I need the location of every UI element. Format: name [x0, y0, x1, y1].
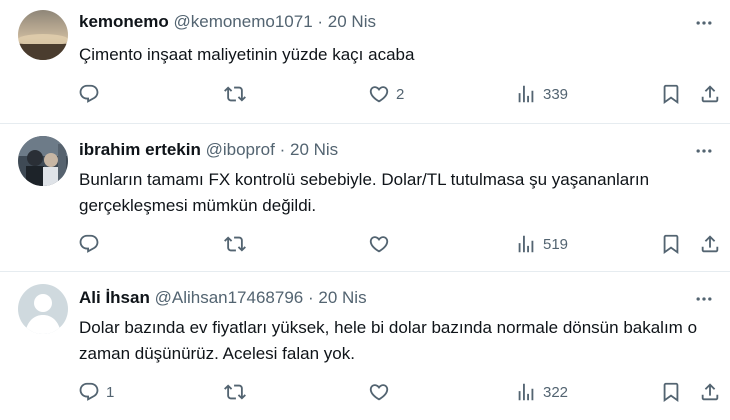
like-button[interactable] [368, 378, 396, 406]
view-count: 322 [543, 383, 569, 401]
views-button[interactable]: 519 [515, 230, 568, 258]
user-handle[interactable]: @iboprof [206, 140, 275, 159]
reply-icon [78, 381, 100, 403]
share-button[interactable] [699, 378, 721, 406]
share-icon [699, 83, 721, 105]
tweet-text: Bunların tamamı FX kontrolü sebebiyle. D… [79, 170, 650, 215]
like-button[interactable] [368, 230, 396, 258]
views-icon [515, 83, 537, 105]
more-options-button[interactable] [692, 13, 716, 33]
display-name[interactable]: kemonemo [79, 12, 169, 31]
tweet-header: kemonemo @kemonemo1071 · 20 Nis [79, 11, 680, 33]
views-icon [515, 233, 537, 255]
retweet-button[interactable] [224, 80, 252, 108]
more-options-button[interactable] [692, 289, 716, 309]
reply-button[interactable]: 1 [78, 378, 114, 406]
bookmark-icon [660, 381, 682, 403]
share-button[interactable] [699, 80, 721, 108]
user-handle[interactable]: @kemonemo1071 [173, 12, 312, 31]
reply-feed: kemonemo @kemonemo1071 · 20 Nis Çimento … [0, 0, 730, 420]
share-button[interactable] [699, 230, 721, 258]
more-icon [692, 13, 716, 33]
view-count: 519 [543, 235, 569, 253]
separator: · [279, 140, 286, 159]
reply-button[interactable] [78, 80, 106, 108]
tweet-date[interactable]: 20 Nis [290, 140, 338, 159]
more-icon [692, 289, 716, 309]
avatar[interactable] [18, 10, 68, 60]
avatar[interactable] [18, 136, 68, 186]
user-handle[interactable]: @Alihsan17468796 [155, 288, 304, 307]
more-icon [692, 141, 716, 161]
like-button[interactable]: 2 [368, 80, 404, 108]
view-count: 339 [543, 85, 569, 103]
bookmark-icon [660, 83, 682, 105]
retweet-button[interactable] [224, 378, 252, 406]
retweet-icon [224, 233, 246, 255]
more-options-button[interactable] [692, 141, 716, 161]
tweet-date[interactable]: 20 Nis [318, 288, 366, 307]
views-button[interactable]: 339 [515, 80, 568, 108]
reply-tweet[interactable]: Ali İhsan @Alihsan17468796 · 20 Nis Dola… [0, 272, 730, 420]
bookmark-button[interactable] [660, 230, 682, 258]
tweet-header: Ali İhsan @Alihsan17468796 · 20 Nis [79, 287, 680, 309]
tweet-text: Dolar bazında ev fiyatları yüksek, hele … [79, 318, 698, 363]
retweet-icon [224, 381, 246, 403]
action-bar: 1 322 [0, 378, 730, 406]
views-icon [515, 381, 537, 403]
separator: · [307, 288, 314, 307]
bookmark-button[interactable] [660, 80, 682, 108]
views-button[interactable]: 322 [515, 378, 568, 406]
action-bar: 519 [0, 230, 730, 258]
share-icon [699, 381, 721, 403]
separator: · [317, 12, 324, 31]
tweet-date[interactable]: 20 Nis [328, 12, 376, 31]
reply-button[interactable] [78, 230, 106, 258]
reply-icon [78, 233, 100, 255]
retweet-button[interactable] [224, 230, 252, 258]
like-icon [368, 233, 390, 255]
avatar[interactable] [18, 284, 68, 334]
like-icon [368, 83, 390, 105]
display-name[interactable]: ibrahim ertekin [79, 140, 201, 159]
action-bar: 2 339 [0, 80, 730, 108]
reply-tweet[interactable]: ibrahim ertekin @iboprof · 20 Nis Bunlar… [0, 124, 730, 272]
bookmark-button[interactable] [660, 378, 682, 406]
reply-tweet[interactable]: kemonemo @kemonemo1071 · 20 Nis Çimento … [0, 0, 730, 124]
bookmark-icon [660, 233, 682, 255]
display-name[interactable]: Ali İhsan [79, 288, 150, 307]
reply-icon [78, 83, 100, 105]
like-icon [368, 381, 390, 403]
tweet-text: Çimento inşaat maliyetinin yüzde kaçı ac… [79, 45, 415, 64]
tweet-header: ibrahim ertekin @iboprof · 20 Nis [79, 139, 680, 161]
retweet-icon [224, 83, 246, 105]
like-count: 2 [396, 85, 405, 103]
share-icon [699, 233, 721, 255]
reply-count: 1 [106, 383, 115, 401]
